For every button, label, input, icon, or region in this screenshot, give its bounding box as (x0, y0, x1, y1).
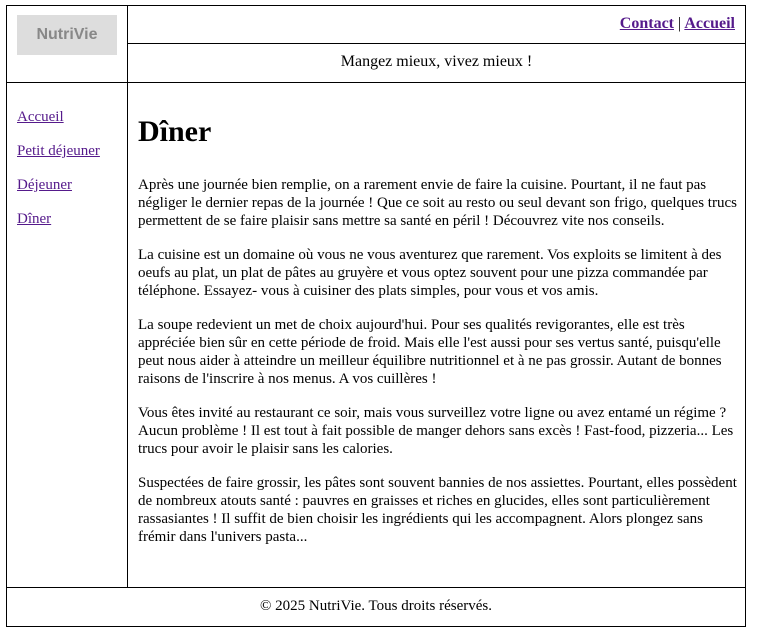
paragraph-pates: Suspectées de faire grossir, les pâtes s… (138, 475, 737, 545)
nav-link-contact[interactable]: Contact (620, 15, 674, 32)
paragraph-intro: Après une journée bien remplie, on a rar… (138, 177, 737, 229)
sidebar-item-diner[interactable]: Dîner (17, 210, 127, 228)
main-content: Dîner Après une journée bien remplie, on… (128, 83, 745, 588)
nav-link-accueil[interactable]: Accueil (684, 15, 735, 32)
paragraph-cuisine: La cuisine est un domaine où vous ne vou… (138, 247, 722, 299)
nav-separator: | (678, 15, 682, 32)
sidebar-item-dejeuner[interactable]: Déjeuner (17, 176, 127, 194)
logo-cell: NutriVie (7, 6, 128, 83)
footer: © 2025 NutriVie. Tous droits réservés. (7, 587, 745, 626)
sidebar-item-petit-dejeuner[interactable]: Petit déjeuner (17, 142, 127, 160)
sidebar: Accueil Petit déjeuner Déjeuner Dîner (7, 83, 128, 588)
sidebar-item-accueil[interactable]: Accueil (17, 108, 127, 126)
top-nav: Contact | Accueil (128, 6, 745, 44)
site-logo[interactable]: NutriVie (17, 15, 117, 55)
tagline: Mangez mieux, vivez mieux ! (128, 44, 745, 83)
page-frame: NutriVie Contact | Accueil Mangez mieux,… (6, 5, 746, 627)
paragraph-soupe: La soupe redevient un met de choix aujou… (138, 317, 722, 387)
paragraph-restaurant: Vous êtes invité au restaurant ce soir, … (138, 405, 734, 457)
page-title: Dîner (138, 115, 212, 148)
